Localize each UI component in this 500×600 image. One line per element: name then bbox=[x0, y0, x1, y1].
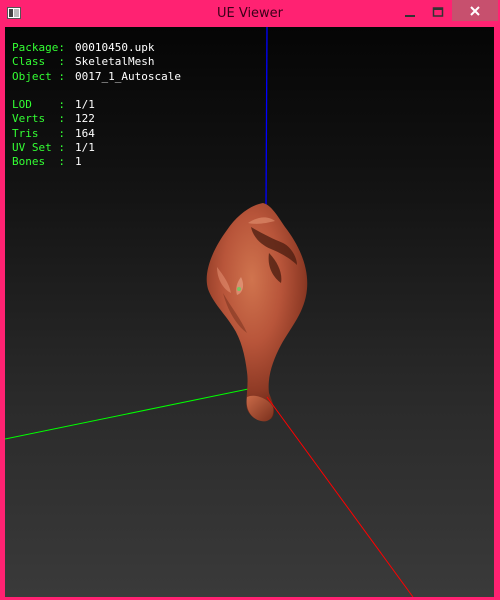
info-label: LOD : bbox=[12, 98, 65, 112]
title-bar[interactable]: UE Viewer bbox=[0, 0, 500, 27]
info-value: 1 bbox=[75, 155, 82, 169]
info-row-bones: Bones : 1 bbox=[12, 155, 181, 169]
info-label: UV Set : bbox=[12, 141, 65, 155]
info-value: SkeletalMesh bbox=[75, 55, 155, 69]
maximize-button[interactable] bbox=[424, 1, 452, 23]
info-row-lod: LOD : 1/1 bbox=[12, 98, 181, 112]
drumstick-mesh bbox=[206, 203, 308, 422]
info-label: Verts : bbox=[12, 112, 65, 126]
x-axis bbox=[266, 396, 414, 597]
info-value: 164 bbox=[75, 126, 95, 140]
info-row-package: Package: 00010450.upk bbox=[12, 41, 181, 55]
app-window: UE Viewer Package: 00010450.upk Class: … bbox=[0, 0, 500, 600]
info-value: 122 bbox=[75, 112, 95, 126]
info-label: Bones : bbox=[12, 155, 65, 169]
info-value: 0017_1_Autoscale bbox=[75, 69, 181, 83]
info-label: Object : bbox=[12, 69, 65, 83]
info-label: Package: bbox=[12, 41, 65, 54]
maximize-icon bbox=[432, 7, 444, 17]
info-row-verts: Verts : 122 bbox=[12, 112, 181, 126]
info-value: 00010450.upk bbox=[75, 41, 155, 54]
mesh-info-overlay: Package: 00010450.upk Class : SkeletalMesh… bbox=[12, 41, 181, 170]
info-value: 1/1 bbox=[75, 98, 95, 112]
3d-viewport[interactable]: Package: 00010450.upk Class : SkeletalMesh… bbox=[5, 27, 494, 597]
info-label: Tris : bbox=[12, 126, 65, 140]
minimize-button[interactable] bbox=[396, 1, 424, 23]
close-button[interactable] bbox=[452, 0, 498, 21]
info-row-tris: Tris : 164 bbox=[12, 127, 181, 141]
info-row-class: Class : SkeletalMesh bbox=[12, 55, 181, 69]
y-axis bbox=[5, 385, 264, 440]
close-icon bbox=[470, 5, 480, 16]
info-row-object: Object : 0017_1_Autoscale bbox=[12, 70, 181, 84]
z-axis bbox=[265, 27, 268, 208]
minimize-icon bbox=[405, 15, 415, 17]
info-value: 1/1 bbox=[75, 141, 95, 155]
info-row-uvset: UV Set : 1/1 bbox=[12, 141, 181, 155]
info-label: Class : bbox=[12, 55, 65, 69]
